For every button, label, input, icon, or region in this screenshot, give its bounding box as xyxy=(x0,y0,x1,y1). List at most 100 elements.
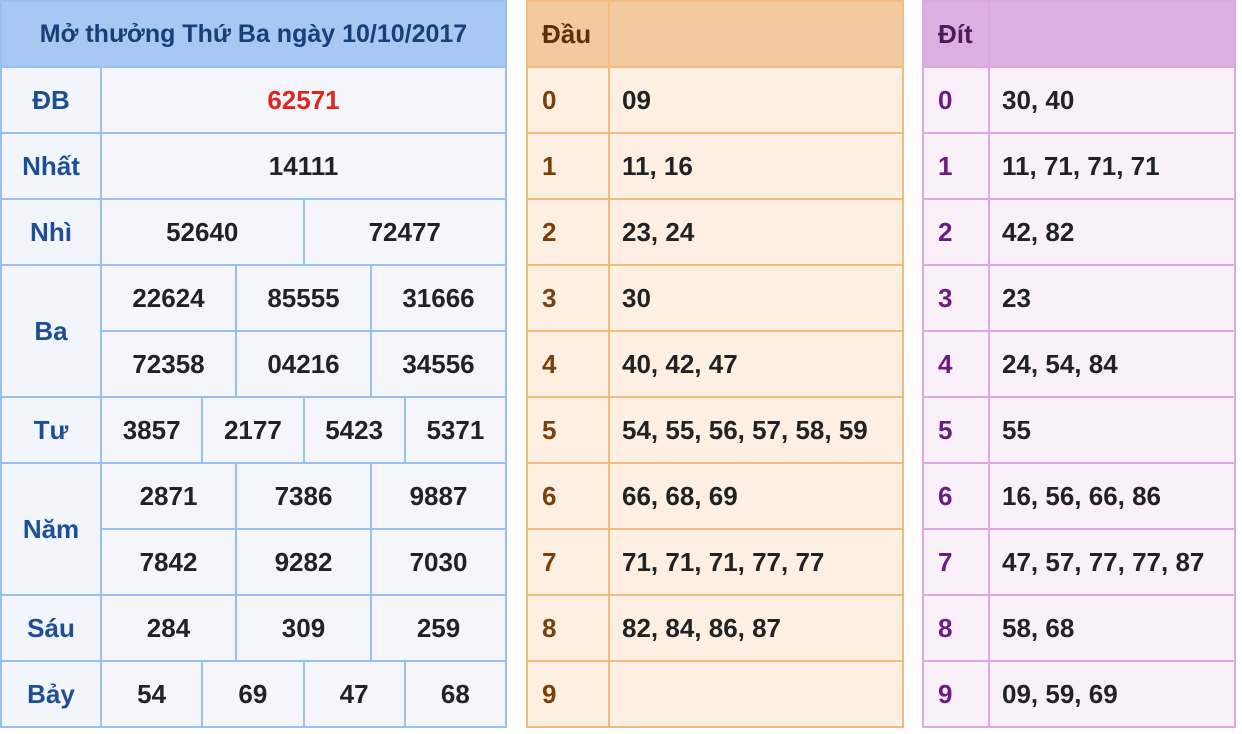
dau-values: 54, 55, 56, 57, 58, 59 xyxy=(608,396,904,464)
dau-row: 3 30 xyxy=(526,264,904,332)
prize-row-nhat: Nhất 14111 xyxy=(0,132,508,200)
prize-number: 284 xyxy=(100,594,237,662)
dau-header: Đầu xyxy=(526,0,610,68)
dit-row: 1 11, 71, 71, 71 xyxy=(922,132,1236,200)
dau-key: 7 xyxy=(526,528,610,596)
prize-number: 2871 xyxy=(100,462,237,530)
results-title: Mở thưởng Thứ Ba ngày 10/10/2017 xyxy=(0,0,508,68)
dit-key: 7 xyxy=(922,528,990,596)
prize-number: 7030 xyxy=(369,528,508,596)
dau-key: 4 xyxy=(526,330,610,398)
dit-row: 6 16, 56, 66, 86 xyxy=(922,462,1236,530)
dit-values: 47, 57, 77, 77, 87 xyxy=(988,528,1236,596)
prize-row-bay: Bảy 54 69 47 68 xyxy=(0,660,508,728)
dau-row: 7 71, 71, 71, 77, 77 xyxy=(526,528,904,596)
dau-key: 3 xyxy=(526,264,610,332)
dau-key: 9 xyxy=(526,660,610,728)
dit-row: 0 30, 40 xyxy=(922,66,1236,134)
prize-label-sau: Sáu xyxy=(0,594,102,662)
prize-number: 85555 xyxy=(235,264,372,332)
prize-number: 04216 xyxy=(235,330,372,398)
prize-label-bay: Bảy xyxy=(0,660,102,728)
dau-row: 4 40, 42, 47 xyxy=(526,330,904,398)
prize-label-nhi: Nhì xyxy=(0,198,102,266)
dit-header-row: Đít xyxy=(922,0,1236,68)
prize-row-ba: Ba 22624 85555 31666 xyxy=(0,264,508,398)
dit-row: 2 42, 82 xyxy=(922,198,1236,266)
dau-row: 9 xyxy=(526,660,904,728)
dit-key: 9 xyxy=(922,660,990,728)
dit-values: 16, 56, 66, 86 xyxy=(988,462,1236,530)
prize-number: 72358 xyxy=(100,330,237,398)
prize-number: 22624 xyxy=(100,264,237,332)
prize-number: 34556 xyxy=(369,330,508,398)
prize-number: 2177 xyxy=(201,396,305,464)
prize-number: 3857 xyxy=(99,396,204,464)
prize-number: 5423 xyxy=(302,396,406,464)
prize-label-nhat: Nhất xyxy=(0,132,102,200)
dit-row: 5 55 xyxy=(922,396,1236,464)
dau-row: 5 54, 55, 56, 57, 58, 59 xyxy=(526,396,904,464)
dit-key: 5 xyxy=(922,396,990,464)
results-table: Mở thưởng Thứ Ba ngày 10/10/2017 ĐB 6257… xyxy=(0,0,508,728)
prize-number: 14111 xyxy=(99,132,508,200)
dau-key: 6 xyxy=(526,462,610,530)
dau-key: 0 xyxy=(526,66,610,134)
prize-row-nhi: Nhì 52640 72477 xyxy=(0,198,508,266)
dau-values: 11, 16 xyxy=(608,132,904,200)
dau-key: 8 xyxy=(526,594,610,662)
dit-key: 8 xyxy=(922,594,990,662)
dit-row: 4 24, 54, 84 xyxy=(922,330,1236,398)
dit-key: 2 xyxy=(922,198,990,266)
dau-table: Đầu 0 09 1 11, 16 2 23, 24 3 30 4 40, 42, 47 … xyxy=(526,0,904,728)
prize-row-sau: Sáu 284 309 259 xyxy=(0,594,508,662)
prize-number: 309 xyxy=(235,594,372,662)
dau-header-row: Đầu xyxy=(526,0,904,68)
dit-values: 30, 40 xyxy=(988,66,1236,134)
prize-number: 52640 xyxy=(100,198,305,266)
dit-values: 42, 82 xyxy=(988,198,1236,266)
dit-values: 24, 54, 84 xyxy=(988,330,1236,398)
dau-values xyxy=(608,660,904,728)
dit-key: 3 xyxy=(922,264,990,332)
prize-number: 259 xyxy=(369,594,508,662)
dau-values: 66, 68, 69 xyxy=(608,462,904,530)
prize-label-ba: Ba xyxy=(0,264,102,398)
prize-row-tu: Tư 3857 2177 5423 5371 xyxy=(0,396,508,464)
dau-values: 09 xyxy=(608,66,904,134)
dit-key: 0 xyxy=(922,66,990,134)
dit-values: 58, 68 xyxy=(988,594,1236,662)
special-prize-number: 62571 xyxy=(99,66,508,134)
dit-row: 3 23 xyxy=(922,264,1236,332)
prize-row-db: ĐB 62571 xyxy=(0,66,508,134)
prize-number: 69 xyxy=(201,660,305,728)
prize-number: 5371 xyxy=(403,396,508,464)
prize-number: 9887 xyxy=(369,462,508,530)
dau-values: 30 xyxy=(608,264,904,332)
dau-row: 1 11, 16 xyxy=(526,132,904,200)
prize-number: 7386 xyxy=(235,462,372,530)
prize-label-tu: Tư xyxy=(0,396,102,464)
dit-header: Đít xyxy=(922,0,990,68)
dau-header-blank xyxy=(608,0,904,68)
dau-row: 6 66, 68, 69 xyxy=(526,462,904,530)
dit-key: 6 xyxy=(922,462,990,530)
dit-values: 11, 71, 71, 71 xyxy=(988,132,1236,200)
dau-key: 5 xyxy=(526,396,610,464)
dau-key: 2 xyxy=(526,198,610,266)
dit-key: 1 xyxy=(922,132,990,200)
prize-number: 72477 xyxy=(302,198,508,266)
dau-key: 1 xyxy=(526,132,610,200)
prize-row-nam: Năm 2871 7386 9887 xyxy=(0,462,508,596)
dau-values: 23, 24 xyxy=(608,198,904,266)
dit-row: 7 47, 57, 77, 77, 87 xyxy=(922,528,1236,596)
dau-values: 82, 84, 86, 87 xyxy=(608,594,904,662)
results-title-row: Mở thưởng Thứ Ba ngày 10/10/2017 xyxy=(0,0,508,68)
dit-key: 4 xyxy=(922,330,990,398)
dit-values: 55 xyxy=(988,396,1236,464)
dit-header-blank xyxy=(988,0,1236,68)
prize-number: 31666 xyxy=(369,264,508,332)
dit-row: 8 58, 68 xyxy=(922,594,1236,662)
prize-number: 7842 xyxy=(100,528,237,596)
prize-number: 47 xyxy=(302,660,406,728)
